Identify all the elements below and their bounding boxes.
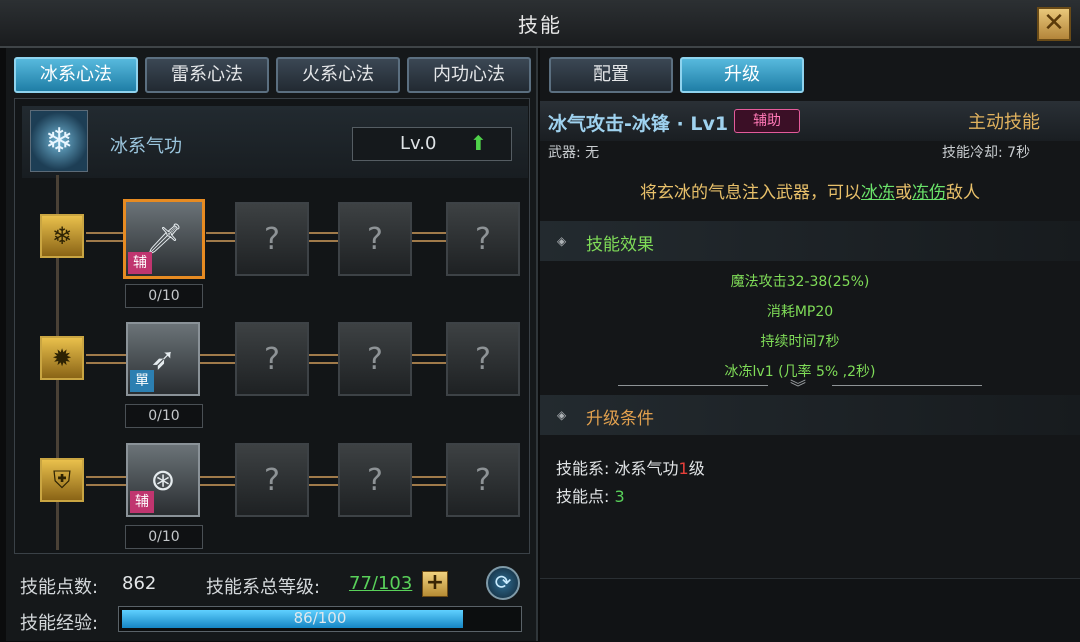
locked-slot-icon[interactable]: ? <box>446 443 520 517</box>
connector <box>86 232 124 242</box>
close-icon: ✕ <box>1043 8 1065 38</box>
tab-fire[interactable]: 火系心法 <box>276 57 400 93</box>
divider <box>832 385 982 386</box>
total-level-label: 技能系总等级: <box>206 577 321 598</box>
tab-thunder[interactable]: 雷系心法 <box>145 57 269 93</box>
tree-name: 冰系气功 <box>110 136 182 157</box>
connector <box>86 476 126 486</box>
total-level-value[interactable]: 77/103 <box>349 573 412 594</box>
connector <box>86 354 126 364</box>
locked-slot-icon[interactable]: ? <box>235 202 309 276</box>
skill-type: 主动技能 <box>968 112 1040 133</box>
cooldown-info: 技能冷却: 7秒 <box>942 145 1031 161</box>
condition-points-label: 技能点: <box>556 487 610 506</box>
effect-line: 持续时间7秒 <box>760 334 840 350</box>
skill-slot-ice-spear[interactable]: ➶ 單 <box>126 322 200 396</box>
desc-text: 或 <box>895 183 912 203</box>
desc-text: 敌人 <box>946 183 980 203</box>
condition-tree: 技能系: 冰系气功1级 <box>556 455 705 479</box>
ice-crystal-icon: ❄ <box>30 110 88 172</box>
freeze-link[interactable]: 冰冻 <box>861 183 895 203</box>
tab-config[interactable]: 配置 <box>549 57 673 93</box>
locked-slot-icon[interactable]: ? <box>338 202 412 276</box>
tab-ice[interactable]: 冰系心法 <box>14 57 138 93</box>
xp-label: 技能经验: <box>20 613 99 634</box>
divider <box>618 385 768 386</box>
skill-count: 0/10 <box>125 284 203 308</box>
connector <box>412 232 446 242</box>
assist-badge: 辅 <box>130 491 154 513</box>
desc-text: 将玄冰的气息注入武器，可以 <box>640 183 861 203</box>
xp-text: 86/100 <box>293 609 347 627</box>
detail-footer <box>540 578 1080 642</box>
refresh-icon[interactable]: ⟳ <box>486 566 520 600</box>
skill-description: 将玄冰的气息注入武器，可以冰冻或冻伤敌人 <box>540 178 1080 203</box>
condition-tree-value: 冰系气功 <box>614 459 679 478</box>
condition-tree-label: 技能系: <box>556 459 610 478</box>
locked-slot-icon[interactable]: ? <box>338 443 412 517</box>
connector <box>309 476 338 486</box>
skill-count: 0/10 <box>125 525 203 549</box>
condition-tree-unit: 级 <box>688 459 705 478</box>
skill-tag-badge: 辅助 <box>734 109 800 133</box>
level-up-arrow-icon[interactable]: ⬆ <box>470 131 487 155</box>
points-value: 862 <box>122 573 157 594</box>
connector <box>412 354 446 364</box>
effect-line: 魔法攻击32-38(25%) <box>730 274 870 290</box>
effects-title: 技能效果 <box>586 235 654 255</box>
skill-count: 0/10 <box>125 404 203 428</box>
tree-level: Lv.0 <box>400 133 437 154</box>
close-button[interactable]: ✕ <box>1037 7 1071 41</box>
locked-slot-icon[interactable]: ? <box>446 322 520 396</box>
locked-slot-icon[interactable]: ? <box>235 322 309 396</box>
single-badge: 單 <box>130 370 154 392</box>
diamond-icon: ◈ <box>557 234 567 248</box>
assist-badge: 辅 <box>128 252 152 274</box>
weapon-info: 武器: 无 <box>548 145 600 161</box>
connector <box>206 232 235 242</box>
connector <box>412 476 446 486</box>
skill-slot-ice-shield[interactable]: ⊛ 辅 <box>126 443 200 517</box>
frostbite-link[interactable]: 冻伤 <box>912 183 946 203</box>
window-title: 技能 <box>518 13 562 37</box>
plus-icon[interactable]: + <box>422 571 448 597</box>
snowflake-icon: ❄ <box>40 214 84 258</box>
points-label: 技能点数: <box>20 577 99 598</box>
skill-slot-ice-blade[interactable]: 🗡 辅 <box>123 199 205 279</box>
flame-icon: ✹ <box>40 336 84 380</box>
effect-line: 消耗MP20 <box>766 304 834 320</box>
condition-points-value: 3 <box>614 487 625 506</box>
shield-icon: ⛨ <box>40 458 84 502</box>
tab-upgrade[interactable]: 升级 <box>680 57 804 93</box>
connector <box>200 476 235 486</box>
tab-inner[interactable]: 内功心法 <box>407 57 531 93</box>
connector <box>309 354 338 364</box>
locked-slot-icon[interactable]: ? <box>338 322 412 396</box>
condition-tree-level: 1 <box>678 459 689 478</box>
connector <box>309 232 338 242</box>
connector <box>200 354 235 364</box>
skill-name: 冰气攻击-冰锋 · Lv1 <box>548 113 729 135</box>
locked-slot-icon[interactable]: ? <box>446 202 520 276</box>
diamond-icon: ◈ <box>557 408 567 422</box>
conditions-title: 升级条件 <box>586 409 654 429</box>
condition-points: 技能点: 3 <box>556 483 625 507</box>
locked-slot-icon[interactable]: ? <box>235 443 309 517</box>
